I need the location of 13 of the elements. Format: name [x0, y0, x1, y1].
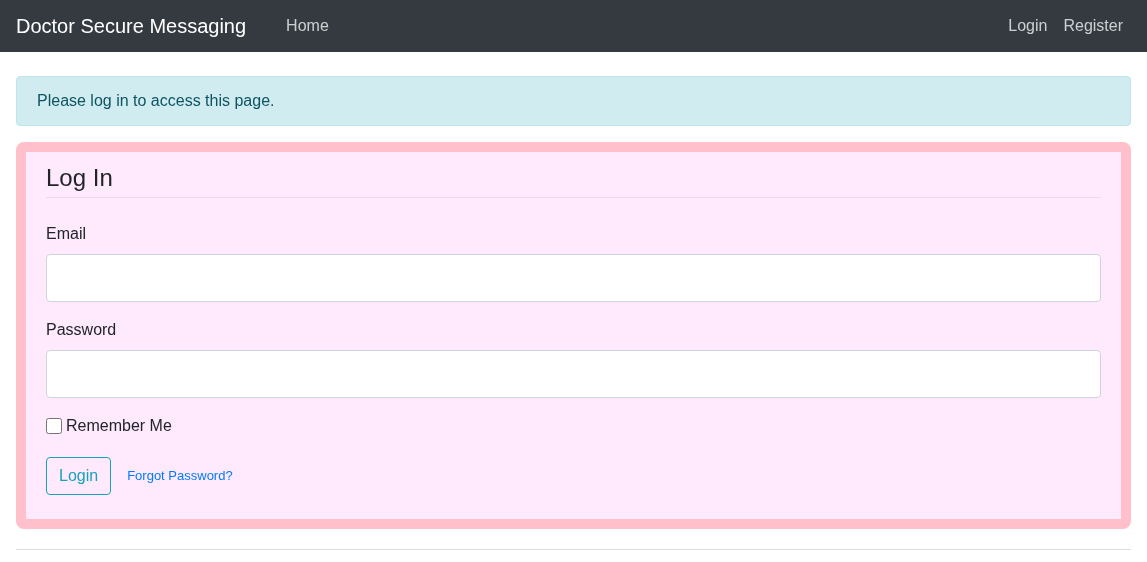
field-label: Password — [46, 319, 117, 340]
form-title: Log In — [46, 164, 1101, 198]
nav-link[interactable]: Home — [278, 14, 337, 38]
nav-link[interactable]: Register — [1055, 14, 1131, 38]
field-label: Email — [46, 223, 86, 244]
input-field[interactable] — [46, 349, 1101, 398]
nav-link[interactable]: Login — [1000, 14, 1056, 38]
brand-link[interactable]: Doctor Secure Messaging — [16, 11, 247, 41]
checkbox[interactable] — [46, 417, 62, 434]
checkbox-label: Remember Me — [66, 415, 172, 436]
input-field[interactable] — [46, 253, 1101, 302]
forgot-password-link[interactable]: Forgot Password? — [127, 466, 233, 486]
info-alert: Please log in to access this page. — [16, 76, 1131, 126]
